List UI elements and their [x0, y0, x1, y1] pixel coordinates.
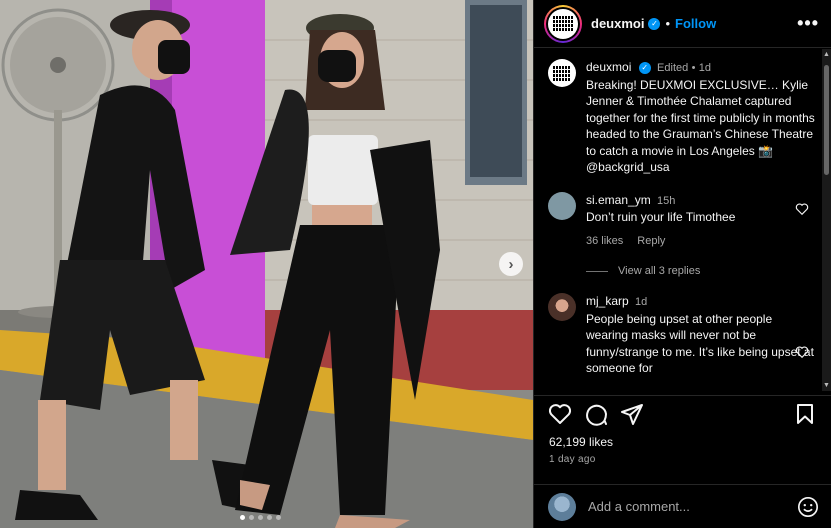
author-username[interactable]: deuxmoi [591, 16, 644, 31]
post-side-panel: deuxmoi ✓ • Follow ••• deuxmoi ✓ Edited … [533, 0, 831, 528]
emoji-icon[interactable] [797, 496, 819, 518]
comment-item: si.eman_ym 15h Don’t ruin your life Timo… [534, 191, 831, 250]
comment-time: 1d [635, 296, 648, 308]
caption-time: 1d [698, 62, 712, 74]
commenter-avatar[interactable] [548, 293, 576, 321]
comment-likes[interactable]: 36 likes [586, 233, 623, 250]
post-photo[interactable]: › [0, 0, 533, 528]
separator: • [665, 16, 671, 31]
heart-icon[interactable] [548, 402, 572, 426]
scroll-down-icon[interactable]: ▼ [823, 382, 830, 389]
scrollbar-thumb[interactable] [824, 65, 829, 175]
caption-avatar[interactable] [548, 59, 576, 87]
share-icon[interactable] [620, 402, 644, 426]
carousel-dot [249, 515, 254, 520]
likes-count[interactable]: 62,199 likes [549, 435, 613, 449]
verified-icon: ✓ [648, 17, 661, 30]
edited-label: Edited [657, 62, 689, 74]
view-replies-label: View all 3 replies [618, 265, 701, 277]
photo-image [0, 0, 533, 528]
separator: • [691, 62, 696, 74]
caption-text: Breaking! DEUXMOI EXCLUSIVE… Kylie Jenne… [586, 77, 815, 175]
bookmark-icon[interactable] [793, 402, 817, 426]
more-icon[interactable]: ••• [797, 13, 819, 34]
add-comment-bar [534, 484, 831, 528]
view-replies-button[interactable]: View all 3 replies [586, 265, 831, 277]
carousel-dot [258, 515, 263, 520]
caption-username[interactable]: deuxmoi [586, 60, 631, 74]
current-user-avatar [548, 492, 576, 521]
comment-time: 15h [657, 194, 676, 207]
comment-text: Don’t ruin your life Timothee [586, 210, 736, 224]
comment-username[interactable]: si.eman_ym [586, 193, 651, 207]
comments-list[interactable]: deuxmoi ✓ Edited • 1d Breaking! DEUXMOI … [534, 49, 831, 391]
comment-text: People being upset at other people weari… [586, 311, 814, 376]
caption: deuxmoi ✓ Edited • 1d Breaking! DEUXMOI … [534, 59, 831, 176]
comment-icon[interactable] [584, 402, 608, 426]
heart-icon[interactable] [795, 345, 809, 359]
follow-button[interactable]: Follow [675, 16, 716, 31]
heart-icon[interactable] [795, 202, 809, 216]
carousel-dot [267, 515, 272, 520]
reply-button[interactable]: Reply [637, 233, 665, 250]
carousel-dots [240, 515, 281, 520]
commenter-avatar[interactable] [548, 191, 576, 220]
carousel-dot [276, 515, 281, 520]
comment-input[interactable] [588, 499, 797, 514]
author-avatar[interactable] [544, 4, 582, 43]
chevron-right-icon: › [508, 255, 514, 273]
scroll-up-icon[interactable]: ▲ [823, 51, 830, 58]
comments-scrollbar[interactable]: ▲ ▼ [822, 49, 831, 391]
next-slide-button[interactable]: › [499, 252, 523, 276]
post-header: deuxmoi ✓ • Follow ••• [534, 0, 831, 48]
action-bar [534, 395, 831, 431]
comment-username[interactable]: mj_karp [586, 294, 629, 308]
verified-icon: ✓ [638, 61, 651, 74]
post-timestamp: 1 day ago [549, 454, 596, 465]
comment-item: mj_karp 1d People being upset at other p… [534, 293, 831, 377]
carousel-dot [240, 515, 245, 520]
